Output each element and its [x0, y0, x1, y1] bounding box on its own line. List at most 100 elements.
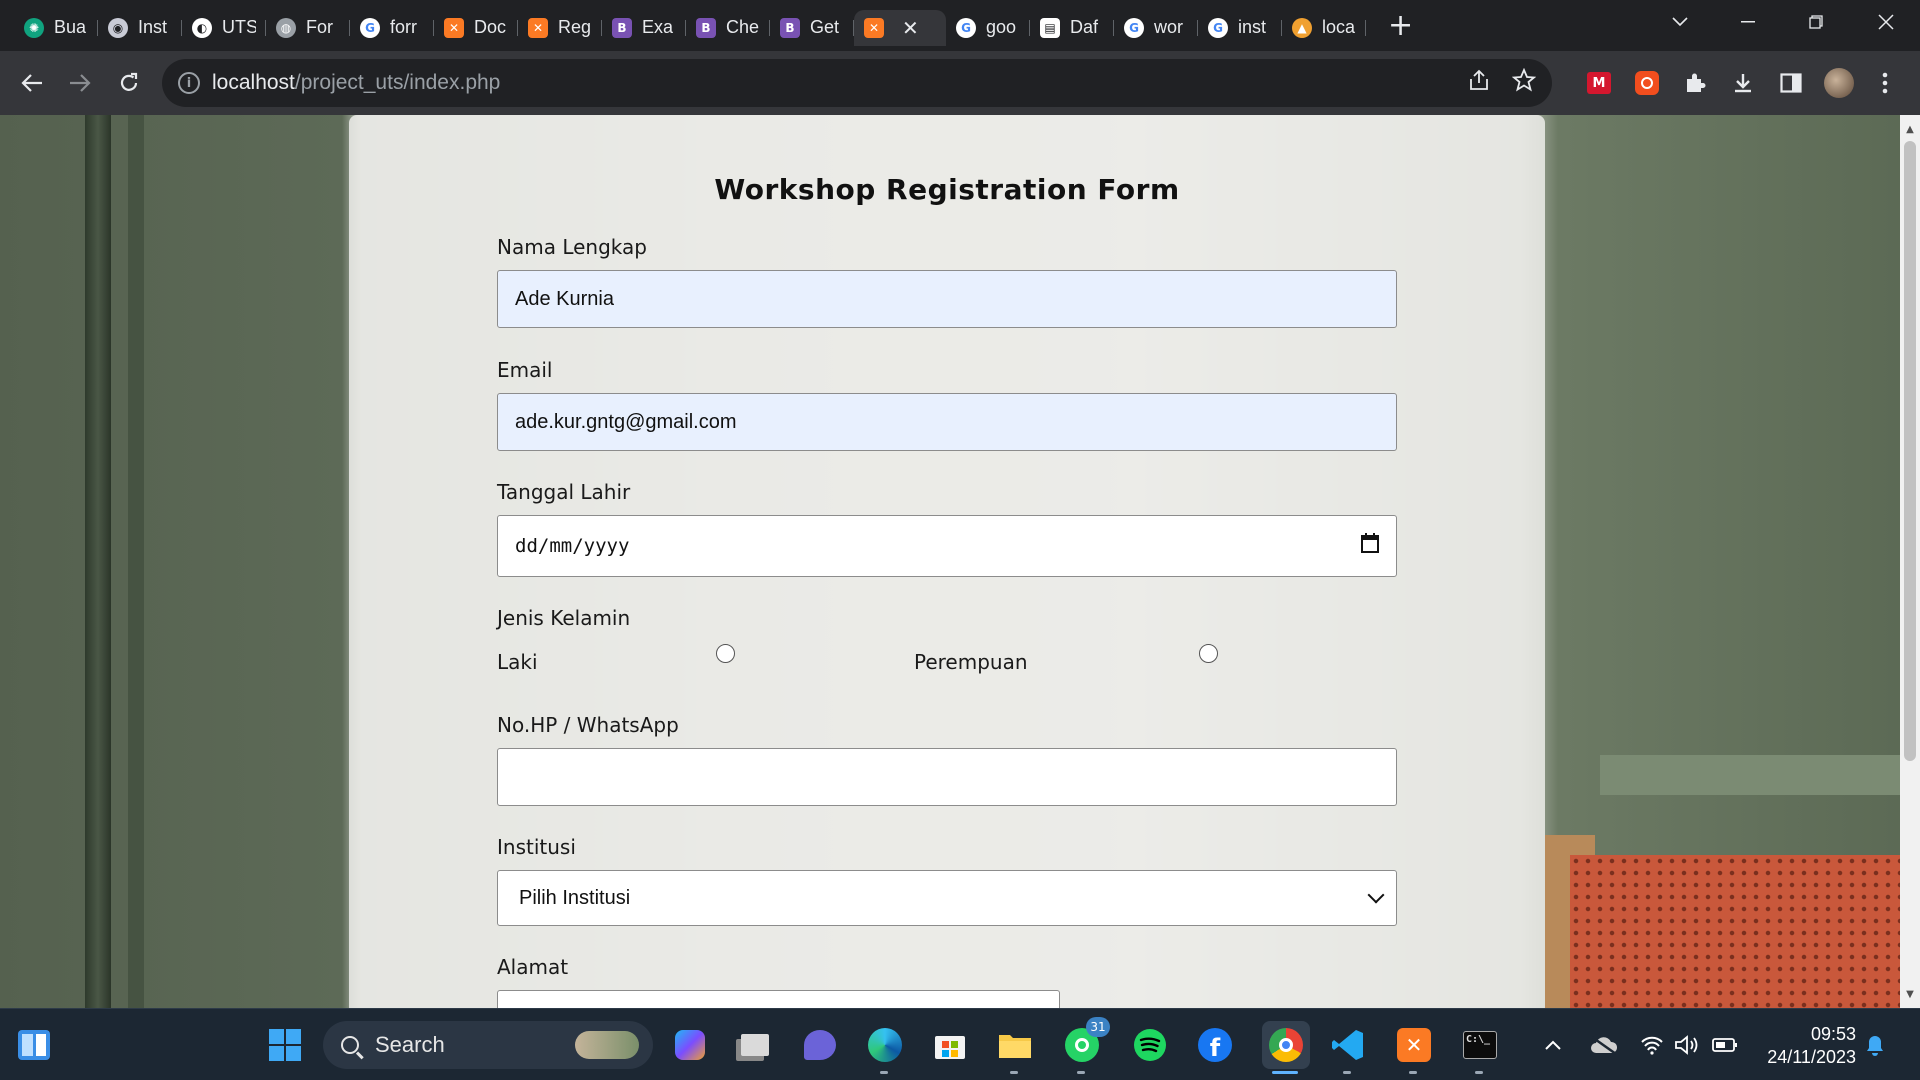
xampp-icon: ✕	[864, 17, 884, 38]
microsoft-store-icon[interactable]	[930, 1025, 970, 1065]
address-label: Alamat	[497, 955, 569, 979]
page-viewport: Workshop Registration Form Nama Lengkap …	[0, 115, 1900, 1008]
search-placeholder: Search	[375, 1032, 445, 1057]
volume-icon[interactable]	[1674, 1009, 1700, 1080]
bookmark-star-icon[interactable]	[1511, 67, 1537, 98]
teams-chat-icon[interactable]	[800, 1025, 840, 1065]
gender-male-radio[interactable]	[716, 644, 735, 663]
gender-label: Jenis Kelamin	[497, 606, 631, 630]
browser-tab-label: Inst	[138, 17, 168, 37]
wifi-icon[interactable]	[1640, 1009, 1664, 1080]
address-bar[interactable]: i localhost/project_uts/index.php	[162, 59, 1552, 107]
bootstrap-icon: B	[612, 17, 632, 38]
file-explorer-icon[interactable]	[995, 1025, 1035, 1065]
page-scrollbar[interactable]: ▲ ▼	[1900, 115, 1920, 1008]
search-highlight-icon	[575, 1031, 639, 1059]
taskbar-clock[interactable]: 09:53 24/11/2023	[1767, 1023, 1856, 1069]
browser-tab[interactable]: Ggoo	[946, 10, 1030, 46]
url-text[interactable]: localhost/project_uts/index.php	[212, 71, 500, 95]
chrome-icon[interactable]	[1262, 1021, 1310, 1069]
reload-icon[interactable]	[107, 61, 151, 105]
widgets-icon[interactable]	[14, 1025, 54, 1065]
email-label: Email	[497, 358, 553, 382]
forward-arrow-icon[interactable]	[58, 61, 102, 105]
back-arrow-icon[interactable]	[10, 61, 54, 105]
browser-tab[interactable]: Gforr	[350, 10, 434, 46]
browser-tab-label: Bua	[54, 17, 87, 37]
calendar-icon[interactable]	[1360, 532, 1380, 559]
tray-overflow-chevron-icon[interactable]	[1545, 1009, 1561, 1080]
browser-tab[interactable]: Gwor	[1114, 10, 1198, 46]
browser-tab[interactable]: ✺ Bua	[14, 10, 98, 46]
github-icon: ◐	[192, 17, 212, 38]
dob-placeholder: dd/mm/yyyy	[515, 535, 630, 557]
restore-icon[interactable]	[1786, 0, 1846, 44]
running-indicator	[1010, 1071, 1018, 1074]
scroll-down-arrow-icon[interactable]: ▼	[1900, 984, 1920, 1004]
browser-tab[interactable]: ◉ Inst	[98, 10, 182, 46]
browser-tab-label: Daf	[1070, 17, 1099, 37]
tab-close-icon[interactable]: ✕	[902, 16, 919, 40]
scroll-up-arrow-icon[interactable]: ▲	[1900, 119, 1920, 139]
windows-start-icon[interactable]	[265, 1025, 305, 1065]
task-view-icon[interactable]	[735, 1025, 775, 1065]
scrollbar-thumb[interactable]	[1904, 141, 1916, 761]
copilot-icon[interactable]	[670, 1025, 710, 1065]
browser-tab[interactable]: ✕ Reg	[518, 10, 602, 46]
browser-tab[interactable]: B Get	[770, 10, 854, 46]
record-extension-icon[interactable]	[1628, 64, 1666, 102]
extensions-puzzle-icon[interactable]	[1676, 64, 1714, 102]
close-window-icon[interactable]	[1856, 0, 1916, 44]
vscode-icon[interactable]	[1328, 1025, 1368, 1065]
name-input[interactable]: Ade Kurnia	[497, 270, 1397, 328]
google-icon: G	[956, 17, 976, 38]
institution-label: Institusi	[497, 835, 576, 859]
browser-tab[interactable]: ✕ Doc	[434, 10, 518, 46]
gender-male-label: Laki	[497, 650, 538, 674]
browser-tab[interactable]: ◐ UTS	[182, 10, 266, 46]
email-input-value: ade.kur.gntg@gmail.com	[515, 410, 737, 433]
browser-tab-label: Doc	[474, 17, 507, 37]
battery-icon[interactable]	[1712, 1009, 1738, 1080]
email-input[interactable]: ade.kur.gntg@gmail.com	[497, 393, 1397, 451]
dob-date-input[interactable]: dd/mm/yyyy	[497, 515, 1397, 577]
terminal-icon[interactable]: C:\_	[1460, 1025, 1500, 1065]
background-pipe	[128, 115, 144, 1008]
browser-tab-active[interactable]: ✕ ✕	[854, 9, 946, 46]
background-pegboard	[1570, 855, 1900, 1008]
tab-search-chevron-icon[interactable]	[1650, 0, 1710, 44]
browser-tab[interactable]: ▤ Daf	[1030, 10, 1114, 46]
new-tab-plus-icon[interactable]: +	[1388, 8, 1413, 43]
browser-tab[interactable]: Ginst	[1198, 10, 1282, 46]
menu-kebab-icon[interactable]	[1866, 64, 1904, 102]
browser-tab-label: Reg	[558, 17, 592, 37]
phone-input[interactable]	[497, 748, 1397, 806]
clock-date: 24/11/2023	[1767, 1047, 1856, 1067]
facebook-icon[interactable]: f	[1195, 1025, 1235, 1065]
running-indicator	[1475, 1071, 1483, 1074]
chatgpt-icon: ✺	[24, 17, 44, 38]
mendeley-extension-icon[interactable]: M	[1580, 64, 1618, 102]
browser-tab[interactable]: B Exa	[602, 10, 686, 46]
browser-tab[interactable]: B Che	[686, 10, 770, 46]
institution-select[interactable]: Pilih Institusi	[497, 870, 1397, 926]
share-icon[interactable]	[1468, 69, 1490, 97]
xampp-icon[interactable]: ✕	[1394, 1025, 1434, 1065]
gender-female-radio[interactable]	[1199, 644, 1218, 663]
download-icon[interactable]	[1724, 64, 1762, 102]
address-textarea[interactable]	[497, 990, 1060, 1008]
browser-tab[interactable]: ◍ For	[266, 10, 350, 46]
active-app-indicator	[1272, 1071, 1298, 1074]
onedrive-icon[interactable]	[1590, 1009, 1618, 1080]
taskbar-search[interactable]: Search	[323, 1021, 653, 1069]
spotify-icon[interactable]	[1130, 1025, 1170, 1065]
site-info-icon[interactable]: i	[178, 72, 200, 94]
side-panel-icon[interactable]	[1772, 64, 1810, 102]
notification-bell-icon[interactable]	[1865, 1009, 1885, 1080]
profile-avatar[interactable]	[1820, 64, 1858, 102]
running-indicator	[1077, 1071, 1085, 1074]
edge-browser-icon[interactable]	[865, 1025, 905, 1065]
browser-tab[interactable]: ▲ loca	[1282, 10, 1366, 46]
google-icon: G	[1124, 17, 1144, 38]
minimize-icon[interactable]	[1718, 0, 1778, 44]
